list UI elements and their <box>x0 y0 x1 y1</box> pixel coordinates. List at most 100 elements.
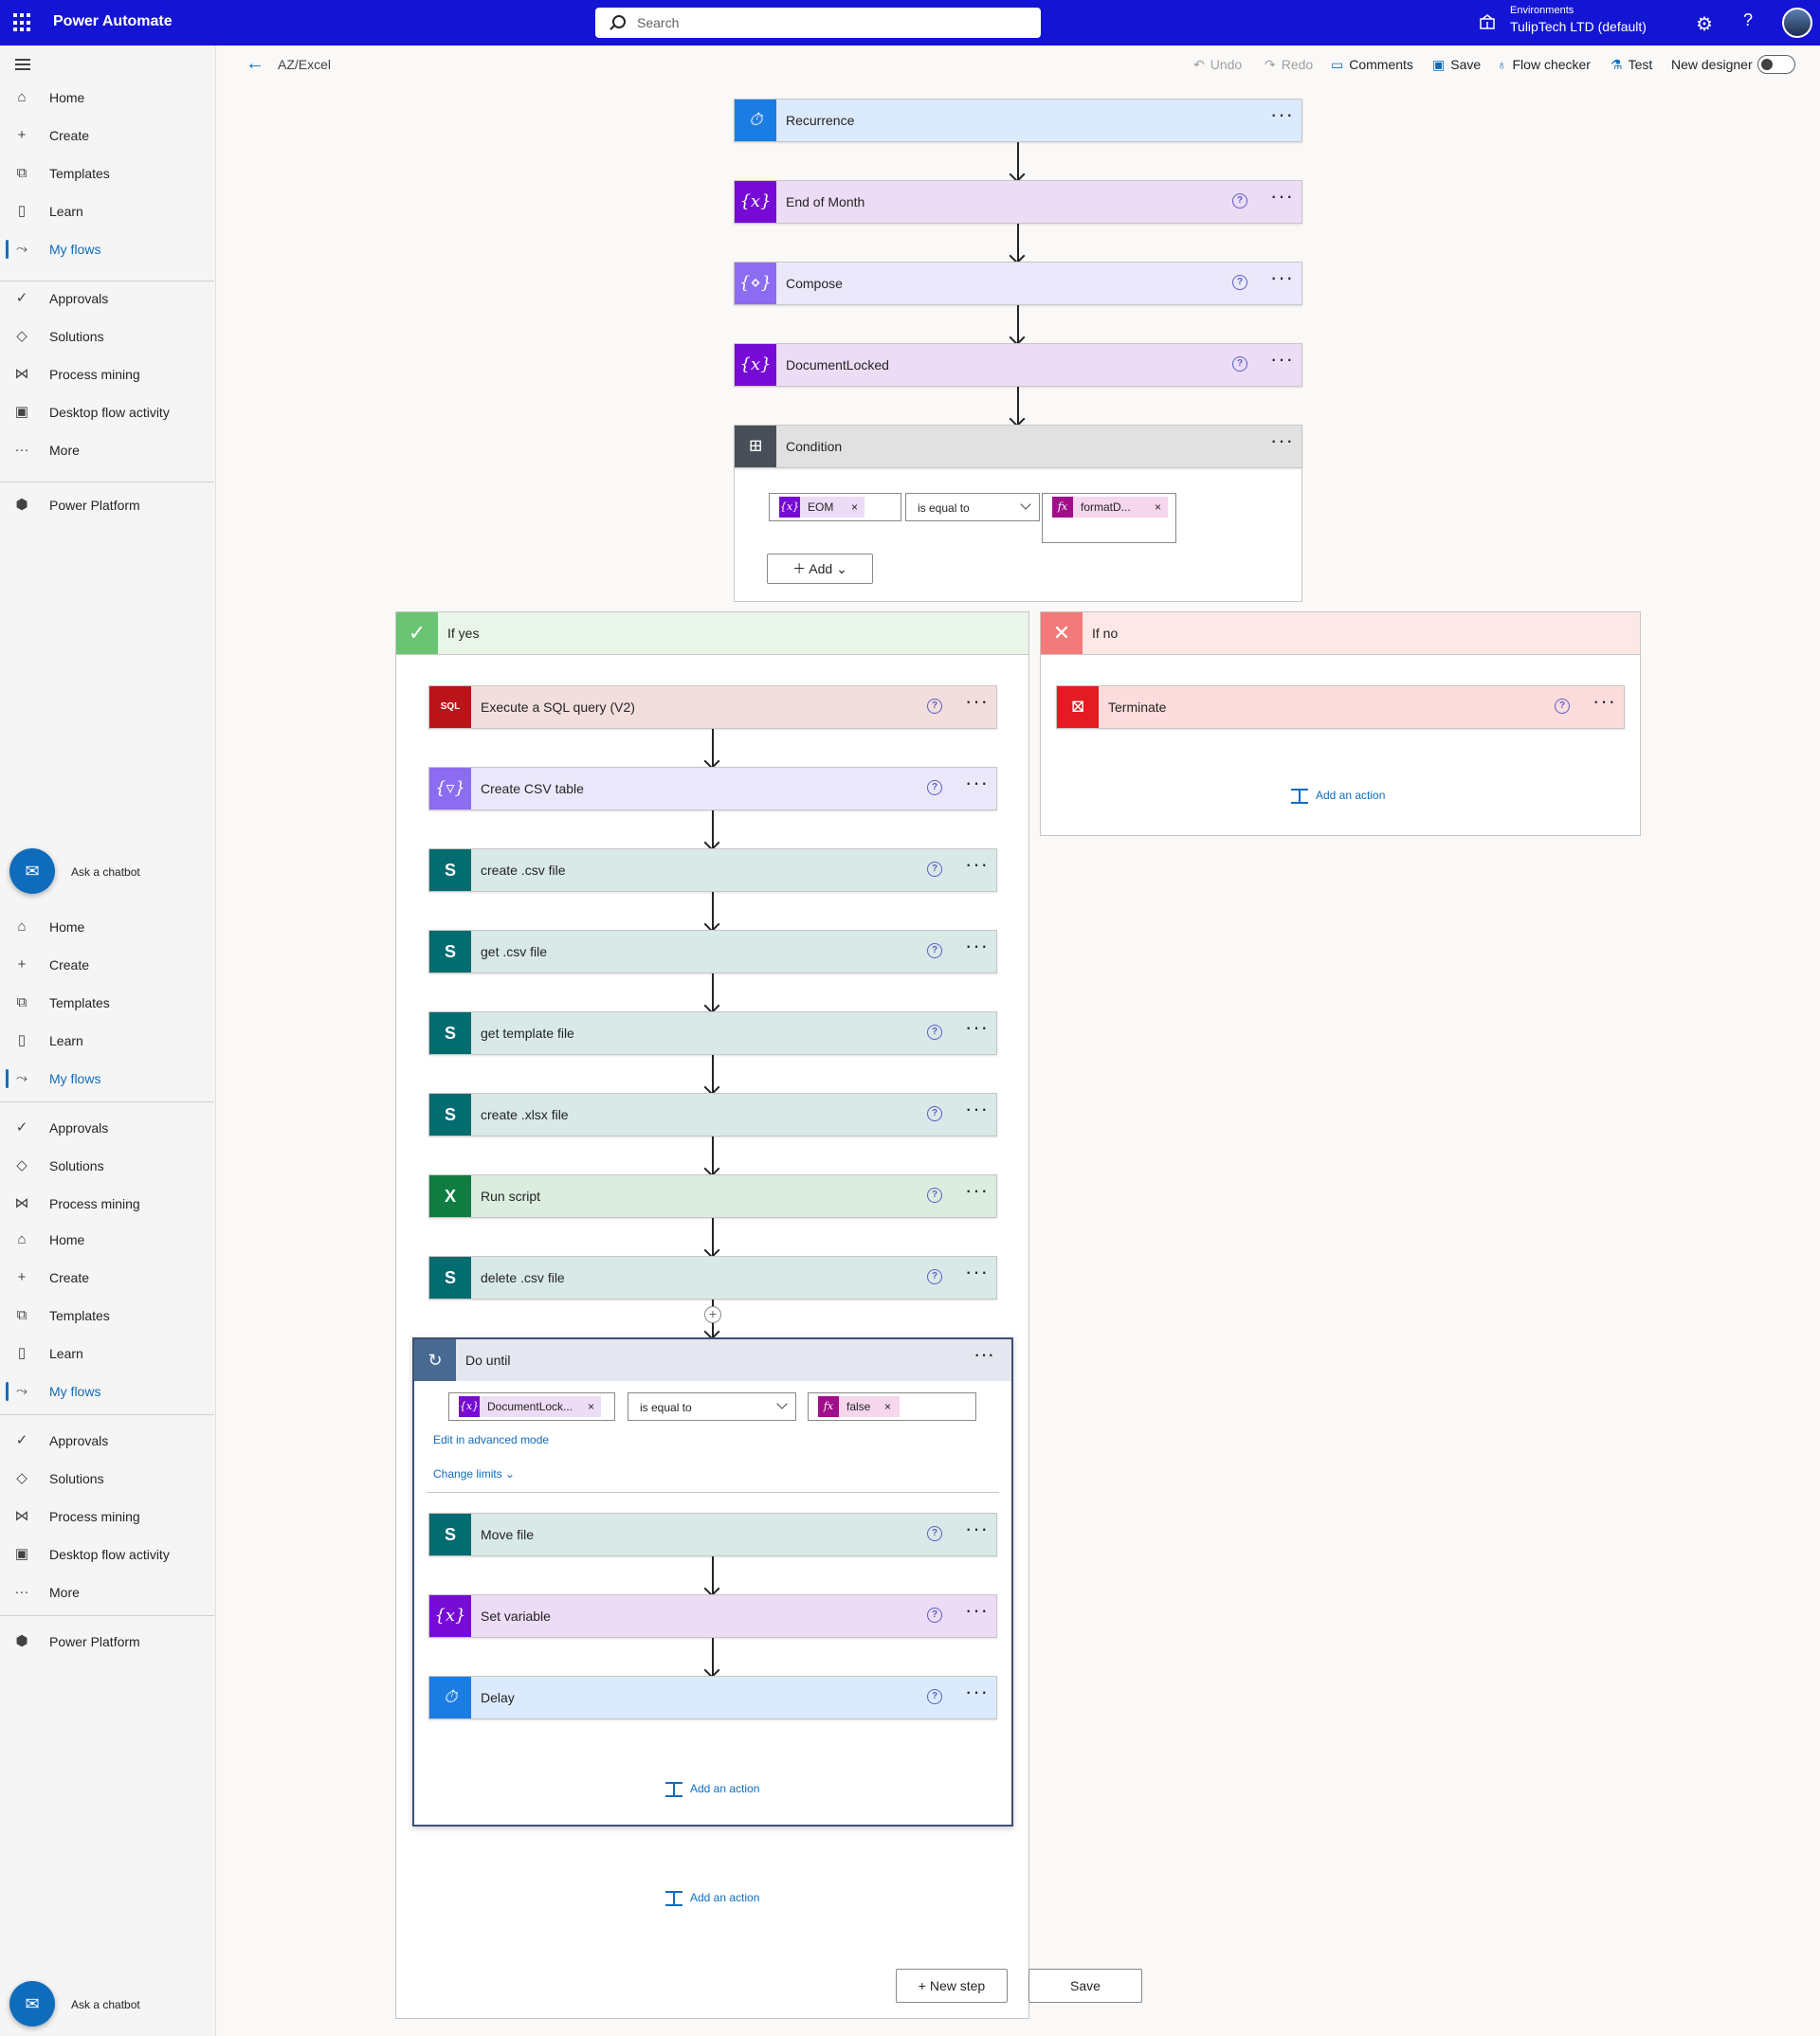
test-button[interactable]: ⚗ Test <box>1611 57 1652 73</box>
save-button[interactable]: Save <box>1028 1969 1142 2003</box>
help-circle-icon[interactable]: ? <box>927 1106 942 1121</box>
more-options-icon[interactable]: ··· <box>1592 691 1616 712</box>
app-title[interactable]: Power Automate <box>53 13 173 30</box>
nav-item-desktop-flow-activity[interactable]: ▣ Desktop flow activity <box>0 1537 214 1572</box>
nav-item-my-flows[interactable]: ⤳ My flows <box>0 1062 214 1096</box>
nav-item-power-platform[interactable]: ⬢ Power Platform <box>0 488 214 522</box>
nav-item-templates[interactable]: ⧉ Templates <box>0 1299 214 1333</box>
more-options-icon[interactable]: ··· <box>965 1600 989 1621</box>
help-circle-icon[interactable]: ? <box>1555 699 1570 714</box>
condition-right-field[interactable]: fx formatD... × <box>1042 493 1176 543</box>
nav-item-my-flows[interactable]: ⤳ My flows <box>0 232 214 266</box>
back-arrow-icon[interactable]: ← <box>246 53 264 75</box>
formatd-token[interactable]: fx formatD... × <box>1052 497 1168 518</box>
remove-token-icon[interactable]: × <box>851 500 858 514</box>
insert-step-plus-icon[interactable]: + <box>704 1306 721 1323</box>
if-yes-add-action-link[interactable]: Add an action <box>665 1890 759 1907</box>
help-circle-icon[interactable]: ? <box>1232 275 1247 290</box>
nav-item-desktop-flow-activity[interactable]: ▣ Desktop flow activity <box>0 395 214 429</box>
nav-item-templates[interactable]: ⧉ Templates <box>0 156 214 191</box>
more-options-icon[interactable]: ··· <box>1270 104 1294 125</box>
help-circle-icon[interactable]: ? <box>927 1526 942 1541</box>
do-until-left-field[interactable]: {x} DocumentLock... × <box>448 1392 615 1421</box>
add-condition-button[interactable]: ＋ Add ⌄ <box>767 554 873 584</box>
step-create-csv-file[interactable]: S create .csv file ? ··· <box>428 848 997 892</box>
help-circle-icon[interactable]: ? <box>927 1269 942 1284</box>
if-no-header[interactable]: ✕ If no <box>1040 611 1641 655</box>
nav-item-solutions[interactable]: ◇ Solutions <box>0 1149 214 1183</box>
step-delete-csv-file[interactable]: S delete .csv file ? ··· <box>428 1256 997 1300</box>
nav-item-process-mining[interactable]: ⋈ Process mining <box>0 357 214 391</box>
environment-icon[interactable] <box>1479 13 1496 30</box>
more-options-icon[interactable]: ··· <box>965 691 989 712</box>
new-designer-toggle[interactable] <box>1757 55 1795 74</box>
step-execute-sql[interactable]: SQL Execute a SQL query (V2) ? ··· <box>428 685 997 729</box>
do-until-add-action-link[interactable]: Add an action <box>665 1781 759 1798</box>
nav-item-my-flows[interactable]: ⤳ My flows <box>0 1374 214 1409</box>
more-options-icon[interactable]: ··· <box>1270 349 1294 370</box>
do-until-right-field[interactable]: fx false × <box>808 1392 976 1421</box>
nav-item-learn[interactable]: ▯ Learn <box>0 194 214 228</box>
more-options-icon[interactable]: ··· <box>965 1017 989 1038</box>
help-circle-icon[interactable]: ? <box>927 1608 942 1623</box>
help-circle-icon[interactable]: ? <box>927 862 942 877</box>
step-do-until[interactable]: ↻ Do until ··· <box>414 1339 1011 1381</box>
help-circle-icon[interactable]: ? <box>927 1689 942 1704</box>
nav-item-approvals[interactable]: ✓ Approvals <box>0 1111 214 1145</box>
app-launcher-icon[interactable] <box>13 13 32 32</box>
more-options-icon[interactable]: ··· <box>965 773 989 793</box>
more-options-icon[interactable]: ··· <box>965 1682 989 1702</box>
new-step-button[interactable]: + New step <box>896 1969 1008 2003</box>
nav-item-home[interactable]: ⌂ Home <box>0 910 214 944</box>
help-circle-icon[interactable]: ? <box>927 1025 942 1040</box>
condition-left-field[interactable]: {x} EOM × <box>769 493 901 521</box>
nav-item-home[interactable]: ⌂ Home <box>0 1223 214 1257</box>
false-token[interactable]: fx false × <box>818 1396 900 1417</box>
nav-item-create[interactable]: + Create <box>0 1261 214 1295</box>
nav-item-home[interactable]: ⌂ Home <box>0 81 214 115</box>
redo-button[interactable]: ↷ Redo <box>1265 57 1313 73</box>
step-terminate[interactable]: ⊠ Terminate ? ··· <box>1056 685 1625 729</box>
nav-item-solutions[interactable]: ◇ Solutions <box>0 319 214 354</box>
nav-item-more[interactable]: ··· More <box>0 1575 214 1609</box>
settings-gear-icon[interactable]: ⚙ <box>1696 12 1713 36</box>
more-options-icon[interactable]: ··· <box>1270 430 1294 451</box>
nav-item-templates[interactable]: ⧉ Templates <box>0 986 214 1020</box>
more-options-icon[interactable]: ··· <box>965 1518 989 1539</box>
undo-button[interactable]: ↶ Undo <box>1193 57 1242 73</box>
eom-token[interactable]: {x} EOM × <box>779 497 864 518</box>
more-options-icon[interactable]: ··· <box>965 1180 989 1201</box>
documentlocked-token[interactable]: {x} DocumentLock... × <box>459 1396 601 1417</box>
step-get-template-file[interactable]: S get template file ? ··· <box>428 1011 997 1055</box>
step-delay[interactable]: ⏱ Delay ? ··· <box>428 1676 997 1719</box>
chatbot-button[interactable]: ✉ <box>9 1981 55 2027</box>
help-circle-icon[interactable]: ? <box>927 780 942 795</box>
step-end-of-month[interactable]: {x} End of Month ? ··· <box>734 180 1302 224</box>
help-icon[interactable]: ? <box>1743 10 1753 30</box>
user-avatar[interactable] <box>1782 8 1812 38</box>
do-until-operator-dropdown[interactable]: is equal to <box>628 1392 796 1421</box>
step-run-script[interactable]: X Run script ? ··· <box>428 1174 997 1218</box>
nav-item-more[interactable]: ··· More <box>0 433 214 467</box>
chatbot-button[interactable]: ✉ <box>9 848 55 894</box>
step-move-file[interactable]: S Move file ? ··· <box>428 1513 997 1556</box>
help-circle-icon[interactable]: ? <box>927 1188 942 1203</box>
nav-item-process-mining[interactable]: ⋈ Process mining <box>0 1187 214 1221</box>
step-recurrence[interactable]: ⏱ Recurrence ··· <box>734 99 1302 142</box>
more-options-icon[interactable]: ··· <box>965 1262 989 1282</box>
nav-item-solutions[interactable]: ◇ Solutions <box>0 1462 214 1496</box>
hamburger-menu-icon[interactable] <box>15 59 30 70</box>
change-limits-link[interactable]: Change limits ⌄ <box>433 1467 515 1481</box>
search-input[interactable]: Search <box>595 8 1041 38</box>
nav-item-create[interactable]: + Create <box>0 118 214 153</box>
step-create-csv-table[interactable]: {▿} Create CSV table ? ··· <box>428 767 997 810</box>
more-options-icon[interactable]: ··· <box>965 1099 989 1119</box>
if-yes-header[interactable]: ✓ If yes <box>395 611 1029 655</box>
edit-advanced-mode-link[interactable]: Edit in advanced mode <box>433 1433 549 1446</box>
remove-token-icon[interactable]: × <box>1155 500 1161 514</box>
comments-button[interactable]: ▭ Comments <box>1331 57 1413 73</box>
help-circle-icon[interactable]: ? <box>1232 193 1247 209</box>
nav-item-power-platform[interactable]: ⬢ Power Platform <box>0 1625 214 1659</box>
step-create-xlsx-file[interactable]: S create .xlsx file ? ··· <box>428 1093 997 1136</box>
remove-token-icon[interactable]: × <box>884 1400 891 1413</box>
